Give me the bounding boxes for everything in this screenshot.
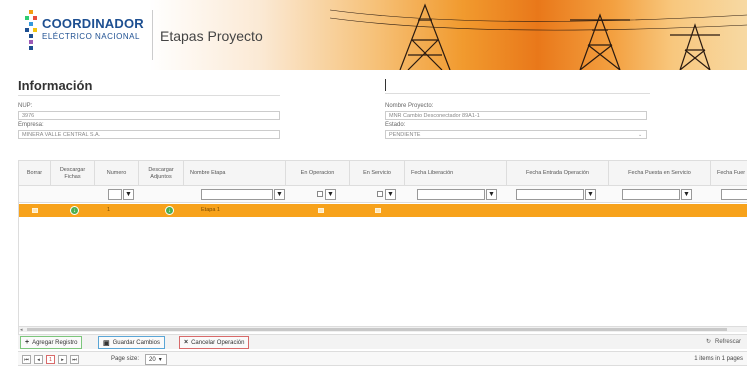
next-page-icon[interactable]: ▸ (58, 355, 67, 364)
etapas-grid: Borrar Descargar Fichas Numero Descargar… (18, 160, 747, 346)
page-size-select[interactable]: 20 ▾ (145, 354, 167, 365)
estado-select[interactable]: PENDIENTE (385, 130, 647, 139)
pager-info: 1 items in 1 pages (694, 356, 743, 362)
col-en-servicio[interactable]: En Servicio (350, 161, 405, 186)
add-record-label: Agregar Registro (32, 339, 78, 346)
fecha-fuera-filter-input[interactable] (721, 189, 747, 200)
scrollbar-thumb[interactable] (27, 328, 727, 331)
col-borrar[interactable]: Borrar (19, 161, 51, 186)
download-fichas-icon[interactable]: ↓ (70, 206, 79, 215)
header-divider (152, 10, 153, 60)
delete-checkbox[interactable] (32, 208, 38, 213)
empresa-label: Empresa: (18, 122, 44, 128)
scroll-left-icon[interactable]: ◂ (20, 327, 23, 333)
app-header: COORDINADOR ELÉCTRICO NACIONAL Etapas Pr… (0, 0, 747, 70)
nup-field[interactable]: 3976 (18, 111, 280, 120)
fecha-liberacion-filter-input[interactable] (417, 189, 485, 200)
logo-subtitle: ELÉCTRICO NACIONAL (42, 32, 140, 41)
chevron-down-icon: ▾ (158, 357, 162, 363)
col-fecha-fuera[interactable]: Fecha Fuer (711, 161, 747, 186)
estado-label: Estado: (385, 122, 406, 128)
table-row[interactable]: ↓ 1 ↓ Etapa 1 (19, 204, 747, 217)
close-icon: × (184, 339, 189, 346)
page-size-value: 20 (149, 356, 156, 363)
estado-dropdown-icon[interactable]: ⌄ (638, 132, 642, 138)
first-page-icon[interactable]: ⏮ (22, 355, 31, 364)
en-operacion-filter-checkbox[interactable] (317, 191, 323, 197)
prev-page-icon[interactable]: ◂ (34, 355, 43, 364)
logo-title: COORDINADOR (42, 16, 144, 31)
col-nombre-etapa[interactable]: Nombre Etapa (184, 161, 286, 186)
page-title: Etapas Proyecto (160, 28, 263, 44)
col-en-operacion[interactable]: En Operacion (286, 161, 350, 186)
en-servicio-filter-checkbox[interactable] (377, 191, 383, 197)
fecha-liberacion-filter-icon[interactable]: ▼ (486, 189, 497, 200)
text-cursor (385, 79, 386, 91)
numero-filter-icon[interactable]: ▼ (123, 189, 134, 200)
cancel-operation-label: Cancelar Operación (191, 339, 245, 346)
filter-row: ▼ ▼ ▼ ▼ ▼ ▼ ▼ (19, 186, 747, 203)
col-fecha-liberacion[interactable]: Fecha Liberación (405, 161, 507, 186)
last-page-icon[interactable]: ⏭ (70, 355, 79, 364)
en-servicio-filter-icon[interactable]: ▼ (385, 189, 396, 200)
coordinador-logo-icon (25, 10, 37, 50)
info-divider (18, 95, 280, 96)
plus-icon: + (25, 339, 30, 346)
col-descargar-fichas[interactable]: Descargar Fichas (51, 161, 95, 186)
nombre-filter-input[interactable] (201, 189, 273, 200)
refresh-button[interactable]: ↻ Refrescar (705, 338, 741, 346)
power-towers-banner (330, 3, 747, 70)
grid-header: Borrar Descargar Fichas Numero Descargar… (19, 161, 747, 186)
empresa-field[interactable]: MINERA VALLE CENTRAL S.A. (18, 130, 280, 139)
info-section-title: Información (18, 78, 93, 93)
nombre-proyecto-label: Nombre Proyecto: (385, 103, 434, 109)
add-record-button[interactable]: + Agregar Registro (20, 336, 83, 349)
current-page-button[interactable]: 1 (46, 355, 55, 364)
fecha-puesta-filter-icon[interactable]: ▼ (681, 189, 692, 200)
cancel-operation-button[interactable]: × Cancelar Operación (179, 336, 250, 349)
row-nombre-etapa: Etapa 1 (201, 207, 220, 213)
en-operacion-filter-icon[interactable]: ▼ (325, 189, 336, 200)
col-numero[interactable]: Numero (95, 161, 139, 186)
col-fecha-entrada-operacion[interactable]: Fecha Entrada Operación (507, 161, 609, 186)
page-size-label: Page size: (111, 356, 140, 362)
refresh-icon: ↻ (705, 339, 711, 345)
pager: ⏮ ◂ 1 ▸ ⏭ Page size: 20 ▾ 1 items in 1 p… (18, 351, 747, 366)
save-changes-label: Guardar Cambios (112, 339, 160, 346)
save-changes-button[interactable]: ▣ Guardar Cambios (98, 336, 165, 349)
save-icon: ▣ (103, 339, 110, 347)
nup-label: NUP: (18, 103, 33, 109)
refresh-label: Refrescar (714, 338, 741, 345)
col-fecha-puesta-servicio[interactable]: Fecha Puesta en Servicio (609, 161, 711, 186)
row-numero: 1 (107, 207, 111, 213)
en-servicio-checkbox[interactable] (375, 208, 381, 213)
fecha-entrada-filter-input[interactable] (516, 189, 584, 200)
info-divider-right (385, 93, 650, 94)
col-descargar-adjuntos[interactable]: Descargar Adjuntos (139, 161, 184, 186)
grid-toolbar: + Agregar Registro ▣ Guardar Cambios × C… (18, 334, 747, 349)
numero-filter-input[interactable] (108, 189, 122, 200)
nombre-filter-icon[interactable]: ▼ (274, 189, 285, 200)
horizontal-scrollbar[interactable]: ◂ (19, 326, 747, 333)
download-adjuntos-icon[interactable]: ↓ (165, 206, 174, 215)
en-operacion-checkbox[interactable] (318, 208, 324, 213)
fecha-puesta-filter-input[interactable] (622, 189, 680, 200)
fecha-entrada-filter-icon[interactable]: ▼ (585, 189, 596, 200)
nombre-proyecto-field[interactable]: MNR Cambio Desconectador 89A1-1 (385, 111, 647, 120)
